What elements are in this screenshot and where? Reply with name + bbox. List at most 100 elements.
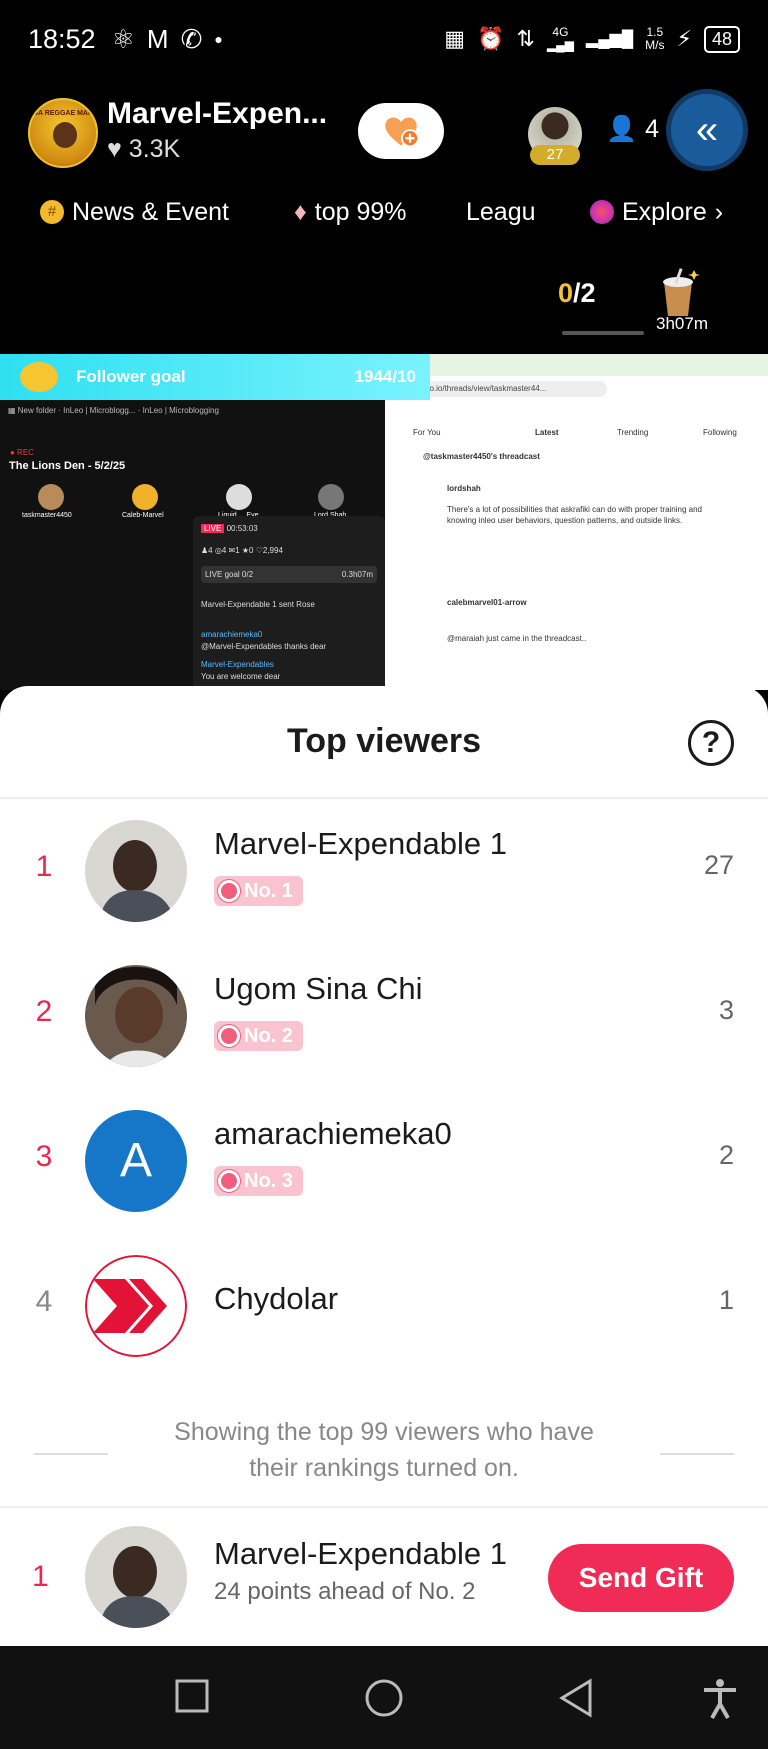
live-header: DA REGGAE MAN Marvel-Expen... ♥ 3.3K 27 … (0, 89, 768, 175)
top-viewer-avatar[interactable]: 27 (528, 107, 582, 165)
follower-goal-banner: Follower goal 1944/10 (0, 354, 430, 400)
viewer-score: 2 (718, 1140, 734, 1170)
app-notification-icon: ⚛ (111, 23, 135, 54)
speaker-avatar (38, 484, 64, 510)
viewer-avatar[interactable]: A (85, 1110, 187, 1212)
collapse-icon[interactable]: « (666, 89, 748, 171)
viewer-name: Ugom Sina Chi (214, 971, 423, 1006)
hive-logo-icon (85, 1255, 187, 1357)
medal-icon (218, 1170, 240, 1192)
viewer-rank: 4 (35, 1285, 53, 1318)
shared-screen-right: inleo.io/threads/view/taskmaster44... Fo… (387, 354, 768, 690)
signal-icon: ▂▄▆█ (585, 31, 634, 48)
back-icon[interactable] (558, 1678, 594, 1718)
speaker-avatar (226, 484, 252, 510)
medal-icon (218, 1025, 240, 1047)
vibrate-icon: ▦ (444, 26, 466, 51)
host-avatar[interactable]: DA REGGAE MAN (28, 98, 98, 168)
my-avatar[interactable] (85, 1526, 187, 1628)
live-goal-counter[interactable]: 0/2 (558, 278, 596, 309)
viewer-rank: 1 (35, 850, 53, 883)
sheet-title: Top viewers (287, 722, 481, 760)
accessibility-icon[interactable] (702, 1678, 738, 1720)
medal-icon (218, 880, 240, 902)
system-nav-bar (0, 1646, 768, 1749)
bookmarks-bar: ▦ New folder · InLeo | Microblogg... · I… (8, 406, 219, 415)
battery-level: 48 (703, 25, 740, 53)
alarm-icon: ⏰ (477, 26, 505, 51)
speaker-avatar (318, 484, 344, 510)
host-likes: ♥ 3.3K (107, 135, 181, 163)
browser-tabs (387, 354, 768, 376)
drink-gift-icon[interactable] (656, 268, 700, 318)
viewer-score: 27 (703, 850, 734, 880)
tab-explore[interactable]: Explore › (590, 198, 723, 227)
footnote: Showing the top 99 viewers who have thei… (174, 1418, 594, 1482)
heart-plus-icon (385, 117, 419, 148)
status-bar: 18:52 ⚛ M ✆ ● ▦ ⏰ ⇅ 4G ▂▄▆ ▂▄▆█ 1.5 M/s ⚡ … (0, 0, 768, 78)
my-name: Marvel-Expendable 1 (214, 1536, 507, 1571)
person-icon: 👤 (606, 115, 638, 143)
viewer-row[interactable]: 1 Marvel-Expendable 1 No. 1 27 (0, 816, 768, 926)
speaker-name: taskmaster4450 (22, 512, 72, 519)
viewer-name: Chydolar (214, 1281, 339, 1316)
status-time: 18:52 (28, 23, 96, 54)
shared-screen-left: ▦ New folder · InLeo | Microblogg... · I… (0, 354, 385, 690)
top-viewer-badge: 27 (530, 145, 580, 165)
viewer-rank: 2 (35, 995, 53, 1028)
viewer-count[interactable]: 👤 4 (606, 115, 659, 144)
recent-apps-icon[interactable] (174, 1678, 210, 1714)
host-avatar-text: DA REGGAE MAN (32, 110, 94, 117)
data-transfer-icon: ⇅ (516, 26, 535, 51)
follow-button[interactable] (358, 103, 444, 159)
goal-progress-bar (562, 331, 644, 335)
live-overlay-panel: LIVE 00:53:03 ♟4 ◎4 ✉1 ★0 ♡2,994 LIVE go… (193, 516, 385, 690)
follower-goal-icon (20, 362, 58, 392)
planet-icon (590, 200, 614, 224)
viewer-score: 3 (718, 995, 734, 1025)
charging-icon: ⚡ (676, 26, 692, 51)
tab-news-event[interactable]: # News & Event (40, 198, 229, 227)
gmail-icon: M (146, 23, 169, 54)
hashtag-icon: # (40, 200, 64, 224)
viewer-avatar[interactable] (85, 1255, 187, 1357)
tab-league[interactable]: Leagu (466, 198, 536, 227)
viewer-row[interactable]: 4 Chydolar 1 (0, 1251, 768, 1361)
heart-icon: ♥ (107, 135, 122, 163)
viewer-row[interactable]: 3 A amarachiemeka0 No. 3 2 (0, 1106, 768, 1216)
chevron-right-icon: › (714, 197, 724, 226)
divider (0, 1506, 768, 1508)
viewer-row[interactable]: 2 Ugom Sina Chi No. 2 3 (0, 961, 768, 1071)
viewer-name: amarachiemeka0 (214, 1116, 452, 1151)
live-tabs: # News & Event ♦ top 99% Leagu Explore › (0, 192, 768, 232)
room-title: The Lions Den - 5/2/25 (9, 460, 126, 472)
browser-address: inleo.io/threads/view/taskmaster44... (407, 381, 607, 397)
send-gift-button[interactable]: Send Gift (548, 1544, 734, 1612)
home-icon[interactable] (364, 1678, 404, 1718)
rank-badge: No. 3 (214, 1166, 303, 1196)
viewer-avatar[interactable] (85, 820, 187, 922)
rank-badge: No. 1 (214, 876, 303, 906)
shared-screen: ▦ New folder · InLeo | Microblogg... · I… (0, 354, 768, 690)
host-name[interactable]: Marvel-Expen... (107, 97, 327, 131)
viewer-score: 1 (718, 1285, 734, 1315)
divider (0, 797, 768, 799)
rank-badge: No. 2 (214, 1021, 303, 1051)
viewer-name: Marvel-Expendable 1 (214, 826, 507, 861)
diamond-icon: ♦ (294, 197, 307, 226)
tab-top[interactable]: ♦ top 99% (294, 198, 407, 227)
network-type: 4G ▂▄▆ (546, 25, 574, 52)
speaker-avatar (132, 484, 158, 510)
top-viewers-sheet: Top viewers ? 1 Marvel-Expendable 1 No. … (0, 686, 768, 1646)
my-points-ahead: 24 points ahead of No. 2 (214, 1578, 476, 1605)
more-dot-icon: ● (214, 31, 223, 47)
network-speed: 1.5 M/s (645, 25, 665, 52)
whatsapp-icon: ✆ (180, 23, 203, 54)
speaker-name: Caleb-Marvel (122, 512, 164, 519)
viewer-rank: 3 (35, 1140, 53, 1173)
viewer-avatar[interactable] (85, 965, 187, 1067)
rec-indicator: ● REC (10, 448, 34, 457)
help-icon[interactable]: ? (688, 720, 734, 766)
goal-timer: 3h07m (656, 314, 708, 333)
my-rank: 1 (32, 1560, 49, 1593)
